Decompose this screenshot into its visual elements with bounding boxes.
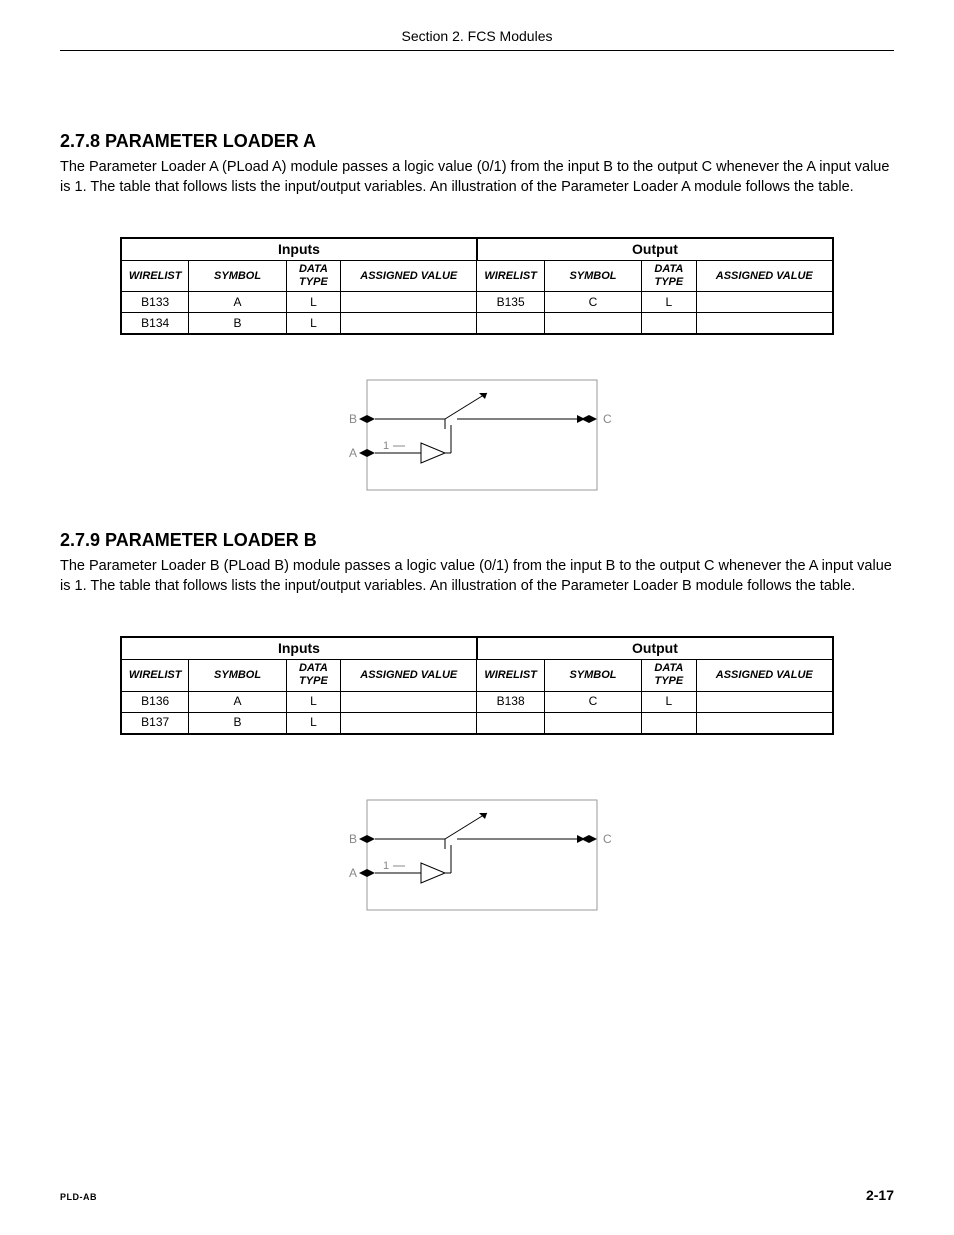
diagram-label-one: 1 [383, 860, 389, 872]
cell: B138 [477, 691, 544, 712]
io-table-279: Inputs Output WIRELIST SYMBOL DATA TYPE … [120, 636, 834, 734]
cell: C [544, 292, 641, 313]
footer-doc-code: PLD-AB [60, 1192, 97, 1202]
cell: B135 [477, 292, 544, 313]
col-assigned-out: ASSIGNED VALUE [696, 660, 833, 691]
io-table-278: Inputs Output WIRELIST SYMBOL DATA TYPE … [120, 237, 834, 335]
col-assigned-in: ASSIGNED VALUE [341, 260, 477, 291]
cell: A [189, 292, 286, 313]
cell: B134 [121, 313, 189, 335]
cell [477, 313, 544, 335]
cell: B [189, 313, 286, 335]
cell: B136 [121, 691, 189, 712]
cell: L [286, 691, 340, 712]
cell [696, 712, 833, 734]
diagram-label-c: C [603, 832, 612, 846]
diagram-label-b: B [349, 832, 357, 846]
table-row: B136 A L B138 C L [121, 691, 833, 712]
table-group-output: Output [477, 238, 833, 260]
cell: L [642, 691, 696, 712]
col-wirelist-in: WIRELIST [121, 260, 189, 291]
cell: B [189, 712, 286, 734]
col-datatype-out: DATA TYPE [642, 260, 696, 291]
cell: L [286, 292, 340, 313]
col-wirelist-in: WIRELIST [121, 660, 189, 691]
col-datatype-in: DATA TYPE [286, 660, 340, 691]
cell: B133 [121, 292, 189, 313]
cell: L [642, 292, 696, 313]
cell: A [189, 691, 286, 712]
col-symbol-in: SYMBOL [189, 660, 286, 691]
cell [696, 292, 833, 313]
cell [341, 691, 477, 712]
table-group-inputs: Inputs [121, 637, 477, 659]
col-symbol-out: SYMBOL [544, 660, 641, 691]
section-body-278: The Parameter Loader A (PLoad A) module … [60, 158, 894, 197]
col-assigned-out: ASSIGNED VALUE [696, 260, 833, 291]
col-wirelist-out: WIRELIST [477, 260, 544, 291]
table-row: B137 B L [121, 712, 833, 734]
section-heading-279: 2.7.9 PARAMETER LOADER B [60, 530, 894, 551]
cell [341, 313, 477, 335]
cell [544, 313, 641, 335]
page-header: Section 2. FCS Modules [60, 28, 894, 51]
cell [341, 712, 477, 734]
diagram-label-a: A [349, 446, 357, 460]
cell: L [286, 313, 340, 335]
col-symbol-in: SYMBOL [189, 260, 286, 291]
cell: B137 [121, 712, 189, 734]
cell [696, 691, 833, 712]
col-datatype-in: DATA TYPE [286, 260, 340, 291]
col-wirelist-out: WIRELIST [477, 660, 544, 691]
col-assigned-in: ASSIGNED VALUE [341, 660, 477, 691]
section-heading-278: 2.7.8 PARAMETER LOADER A [60, 131, 894, 152]
table-group-inputs: Inputs [121, 238, 477, 260]
cell [696, 313, 833, 335]
table-group-output: Output [477, 637, 833, 659]
diagram-label-c: C [603, 412, 612, 426]
module-diagram-279: B C A 1 [327, 795, 627, 915]
col-datatype-out: DATA TYPE [642, 660, 696, 691]
cell [477, 712, 544, 734]
module-diagram-278: B C A 1 [327, 375, 627, 495]
diagram-label-one: 1 [383, 440, 389, 452]
cell: L [286, 712, 340, 734]
cell [642, 313, 696, 335]
table-row: B134 B L [121, 313, 833, 335]
col-symbol-out: SYMBOL [544, 260, 641, 291]
cell [544, 712, 641, 734]
diagram-label-a: A [349, 866, 357, 880]
cell: C [544, 691, 641, 712]
table-row: B133 A L B135 C L [121, 292, 833, 313]
cell [341, 292, 477, 313]
diagram-label-b: B [349, 412, 357, 426]
footer-page-number: 2-17 [866, 1187, 894, 1203]
cell [642, 712, 696, 734]
section-body-279: The Parameter Loader B (PLoad B) module … [60, 557, 894, 596]
